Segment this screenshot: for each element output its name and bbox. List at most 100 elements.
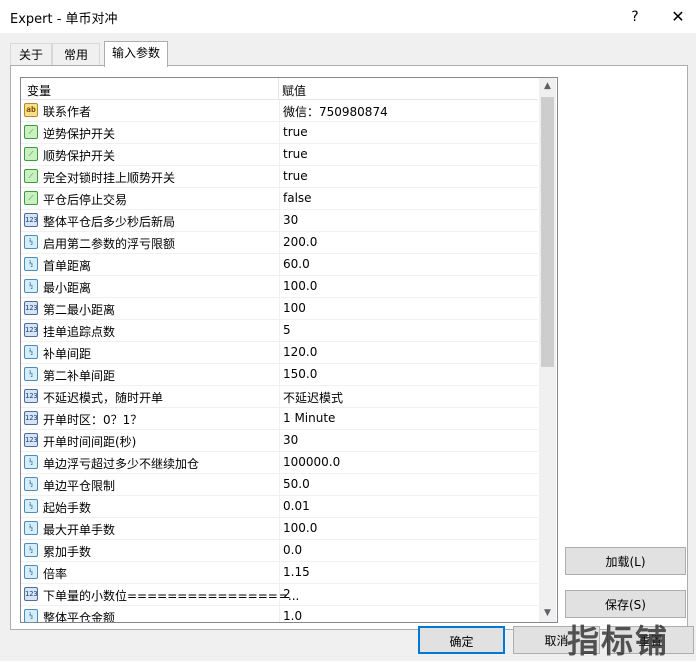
value-cell[interactable]: 50.0 bbox=[279, 474, 539, 495]
table-row[interactable]: ⟋ 逆势保护开关 true bbox=[21, 122, 538, 144]
table-row[interactable]: ab 联系作者 微信：750980874 bbox=[21, 100, 538, 122]
variable-cell[interactable]: 123 下单量的小数位================... bbox=[21, 584, 299, 605]
table-row[interactable]: ⟋ 顺势保护开关 true bbox=[21, 144, 538, 166]
value-cell[interactable]: 1.15 bbox=[279, 562, 539, 583]
value-cell[interactable]: 60.0 bbox=[279, 254, 539, 275]
table-row[interactable]: 123 整体平仓后多少秒后新局 30 bbox=[21, 210, 538, 232]
variable-cell[interactable]: ½ 最大开单手数 bbox=[21, 518, 278, 539]
value-cell[interactable]: 100000.0 bbox=[279, 452, 539, 473]
variable-cell[interactable]: ½ 起始手数 bbox=[21, 496, 278, 517]
variable-cell[interactable]: ½ 补单间距 bbox=[21, 342, 278, 363]
variable-value[interactable]: 5 bbox=[283, 323, 291, 337]
table-row[interactable]: ½ 倍率 1.15 bbox=[21, 562, 538, 584]
variable-value[interactable]: 100000.0 bbox=[283, 455, 340, 469]
scroll-up-icon[interactable]: ▲ bbox=[539, 78, 556, 95]
table-row[interactable]: 123 不延迟模式，随时开单 不延迟模式 bbox=[21, 386, 538, 408]
variable-cell[interactable]: 123 开单时区：0？1？ bbox=[21, 408, 278, 429]
variable-value[interactable]: 100 bbox=[283, 301, 306, 315]
table-row[interactable]: ½ 单边浮亏超过多少不继续加仓 100000.0 bbox=[21, 452, 538, 474]
scroll-down-icon[interactable]: ▼ bbox=[539, 605, 556, 622]
variable-cell[interactable]: ½ 第二补单间距 bbox=[21, 364, 278, 385]
table-row[interactable]: ½ 整体平仓金额 1.0 bbox=[21, 606, 539, 622]
tab-about[interactable]: 关于 bbox=[10, 43, 52, 66]
variable-cell[interactable]: 123 第二最小距离 bbox=[21, 298, 278, 319]
variable-value[interactable]: 30 bbox=[283, 433, 298, 447]
variable-value[interactable]: true bbox=[283, 147, 308, 161]
load-button[interactable]: 加载(L) bbox=[565, 547, 686, 575]
column-separator[interactable] bbox=[278, 78, 279, 99]
value-cell[interactable]: 100 bbox=[279, 298, 539, 319]
ok-button[interactable]: 确定 bbox=[418, 626, 505, 654]
variable-value[interactable]: 0.01 bbox=[283, 499, 310, 513]
value-cell[interactable]: 30 bbox=[279, 430, 539, 451]
variable-value[interactable]: 1.15 bbox=[283, 565, 310, 579]
vertical-scrollbar[interactable]: ▲ ▼ bbox=[539, 78, 556, 622]
value-cell[interactable]: true bbox=[279, 144, 539, 165]
variable-value[interactable]: 50.0 bbox=[283, 477, 310, 491]
table-row[interactable]: ½ 补单间距 120.0 bbox=[21, 342, 538, 364]
table-row[interactable]: ½ 起始手数 0.01 bbox=[21, 496, 538, 518]
table-row[interactable]: ½ 最大开单手数 100.0 bbox=[21, 518, 538, 540]
variable-cell[interactable]: ⟋ 顺势保护开关 bbox=[21, 144, 278, 165]
variable-value[interactable]: false bbox=[283, 191, 312, 205]
save-button[interactable]: 保存(S) bbox=[565, 590, 686, 618]
variable-value[interactable]: 60.0 bbox=[283, 257, 310, 271]
variable-cell[interactable]: ½ 单边浮亏超过多少不继续加仓 bbox=[21, 452, 278, 473]
table-row[interactable]: 123 第二最小距离 100 bbox=[21, 298, 538, 320]
table-row[interactable]: 123 挂单追踪点数 5 bbox=[21, 320, 538, 342]
variable-value[interactable]: 200.0 bbox=[283, 235, 317, 249]
variable-value[interactable]: 120.0 bbox=[283, 345, 317, 359]
variable-cell[interactable]: ½ 启用第二参数的浮亏限额 bbox=[21, 232, 278, 253]
variable-value[interactable]: 不延迟模式 bbox=[283, 389, 343, 406]
value-cell[interactable]: 5 bbox=[279, 320, 539, 341]
variable-cell[interactable]: ½ 倍率 bbox=[21, 562, 278, 583]
value-cell[interactable]: 0.0 bbox=[279, 540, 539, 561]
value-cell[interactable]: true bbox=[279, 122, 539, 143]
value-cell[interactable]: 1 Minute bbox=[279, 408, 539, 429]
variable-cell[interactable]: ⟋ 平仓后停止交易 bbox=[21, 188, 278, 209]
variable-cell[interactable]: ½ 整体平仓金额 bbox=[21, 606, 278, 622]
variable-cell[interactable]: 123 挂单追踪点数 bbox=[21, 320, 278, 341]
variable-cell[interactable]: ⟋ 完全对锁时挂上顺势开关 bbox=[21, 166, 278, 187]
value-cell[interactable]: 微信：750980874 bbox=[279, 100, 539, 121]
table-row[interactable]: ½ 首单距离 60.0 bbox=[21, 254, 538, 276]
value-cell[interactable]: 120.0 bbox=[279, 342, 539, 363]
table-row[interactable]: ½ 最小距离 100.0 bbox=[21, 276, 538, 298]
value-cell[interactable]: 30 bbox=[279, 210, 539, 231]
value-cell[interactable]: 100.0 bbox=[279, 276, 539, 297]
value-cell[interactable]: 150.0 bbox=[279, 364, 539, 385]
variable-cell[interactable]: 123 开单时间间距(秒) bbox=[21, 430, 278, 451]
table-row[interactable]: ⟋ 平仓后停止交易 false bbox=[21, 188, 538, 210]
variable-value[interactable]: 100.0 bbox=[283, 279, 317, 293]
scroll-thumb[interactable] bbox=[541, 97, 554, 367]
variable-value[interactable]: true bbox=[283, 125, 308, 139]
table-row[interactable]: ⟋ 完全对锁时挂上顺势开关 true bbox=[21, 166, 538, 188]
value-cell[interactable]: 2 bbox=[279, 584, 539, 605]
close-button[interactable]: ✕ bbox=[663, 6, 693, 28]
table-row[interactable]: ½ 启用第二参数的浮亏限额 200.0 bbox=[21, 232, 538, 254]
table-row[interactable]: 123 开单时间间距(秒) 30 bbox=[21, 430, 538, 452]
variable-value[interactable]: 1 Minute bbox=[283, 411, 335, 425]
tab-inputs[interactable]: 输入参数 bbox=[104, 41, 168, 67]
variable-value[interactable]: 150.0 bbox=[283, 367, 317, 381]
variable-value[interactable]: 1.0 bbox=[283, 609, 302, 622]
column-header-variable[interactable]: 变量 bbox=[27, 82, 51, 99]
variable-cell[interactable]: ½ 累加手数 bbox=[21, 540, 278, 561]
value-cell[interactable]: true bbox=[279, 166, 539, 187]
value-cell[interactable]: 0.01 bbox=[279, 496, 539, 517]
table-row[interactable]: ½ 单边平仓限制 50.0 bbox=[21, 474, 538, 496]
variable-value[interactable]: true bbox=[283, 169, 308, 183]
variable-cell[interactable]: ⟋ 逆势保护开关 bbox=[21, 122, 278, 143]
variable-cell[interactable]: ½ 单边平仓限制 bbox=[21, 474, 278, 495]
variable-value[interactable]: 30 bbox=[283, 213, 298, 227]
value-cell[interactable]: 1.0 bbox=[279, 606, 539, 622]
variable-value[interactable]: 微信：750980874 bbox=[283, 103, 388, 120]
value-cell[interactable]: 200.0 bbox=[279, 232, 539, 253]
variable-value[interactable]: 100.0 bbox=[283, 521, 317, 535]
variable-value[interactable]: 2 bbox=[283, 587, 291, 601]
help-button[interactable]: ? bbox=[620, 6, 650, 28]
value-cell[interactable]: 100.0 bbox=[279, 518, 539, 539]
table-row[interactable]: 123 下单量的小数位================... 2 bbox=[21, 584, 538, 606]
table-row[interactable]: ½ 累加手数 0.0 bbox=[21, 540, 538, 562]
value-cell[interactable]: false bbox=[279, 188, 539, 209]
